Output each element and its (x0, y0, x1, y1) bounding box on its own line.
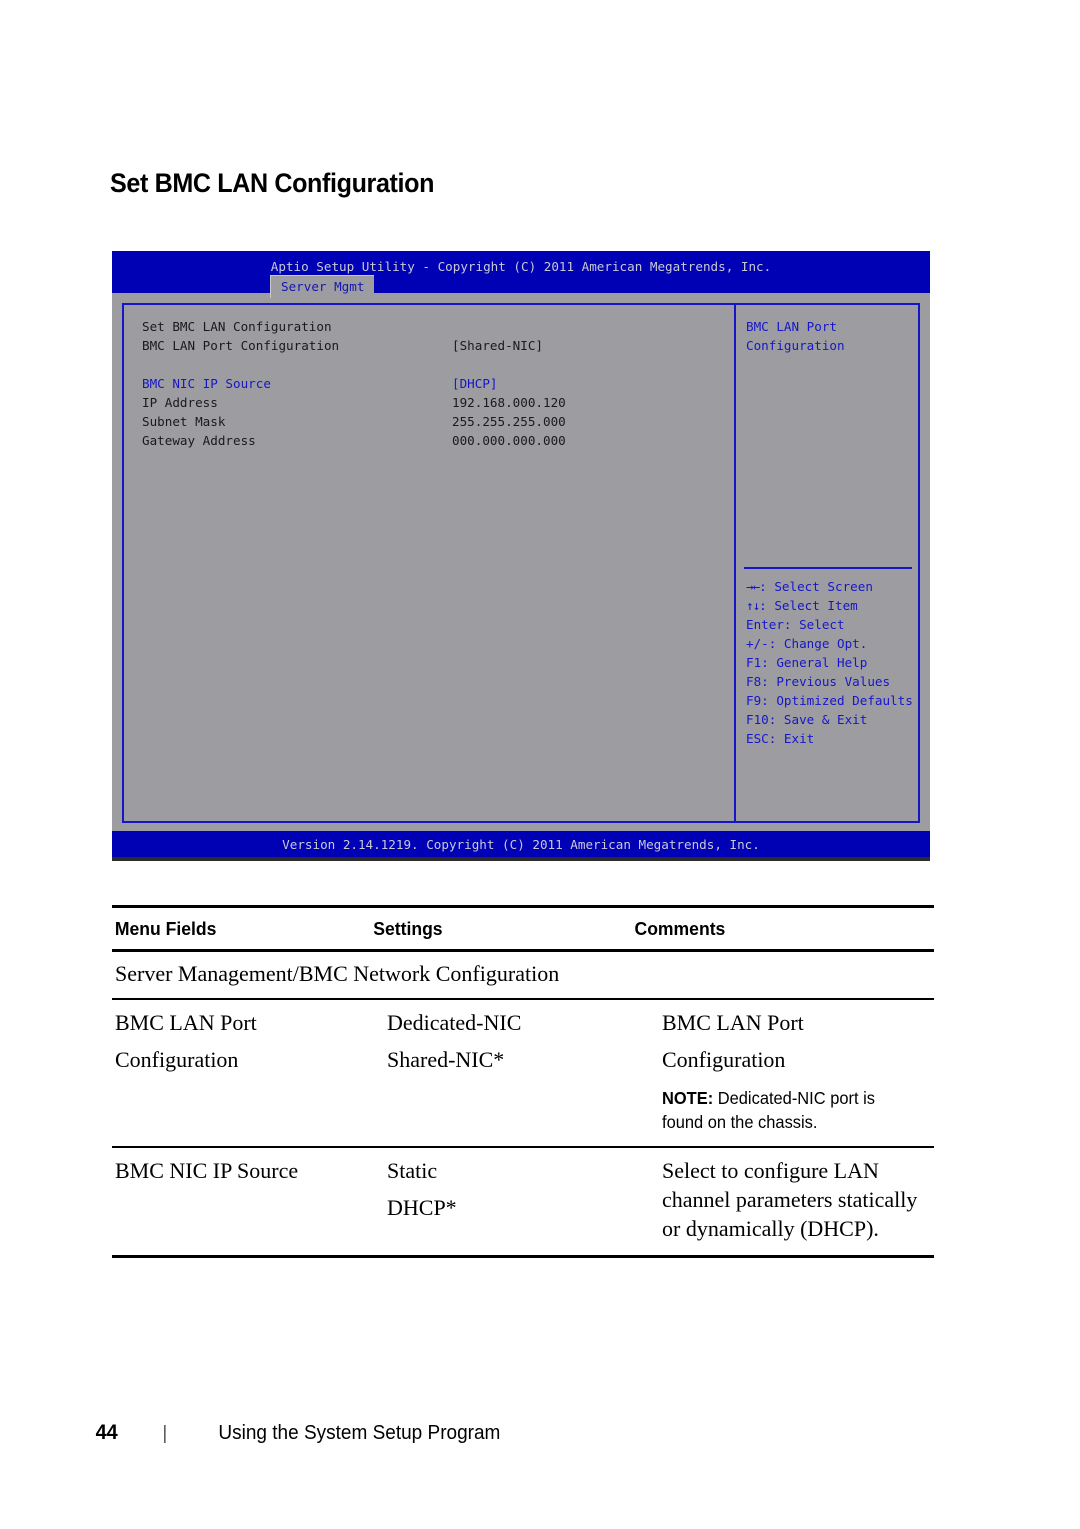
bios-menu-row: IP Address 192.168.000.120 (142, 393, 734, 412)
bios-content-frame: Set BMC LAN Configuration BMC LAN Port C… (122, 303, 920, 823)
field-line: BMC LAN Port (115, 1010, 257, 1035)
table-section-heading: Server Management/BMC Network Configurat… (115, 961, 560, 986)
note-callout: NOTE: Dedicated-NIC port is found on the… (662, 1086, 921, 1134)
bios-row-value[interactable]: [Shared-NIC] (452, 336, 543, 355)
bios-row-label: BMC LAN Port Configuration (142, 338, 340, 353)
page-number: 44 (95, 1421, 118, 1444)
bios-tab-server-mgmt[interactable]: Server Mgmt (270, 275, 375, 298)
bios-menu-row[interactable]: BMC LAN Port Configuration [Shared-NIC] (142, 336, 734, 355)
footer-separator: | (162, 1423, 168, 1444)
cell-menu-field: BMC LAN Port Configuration (115, 1008, 387, 1134)
bios-menu-row: Gateway Address 000.000.000.000 (142, 431, 734, 450)
key-legend-item-previous-values: F8: Previous Values (746, 674, 891, 689)
table-header-row: Menu Fields Settings Comments (112, 908, 893, 949)
key-legend-item-general-help: F1: General Help (746, 655, 868, 670)
bios-row-spacer (142, 355, 734, 374)
key-legend-label: : Select Item (759, 598, 858, 613)
bios-help-text-line: BMC LAN Port (746, 319, 837, 334)
bios-row-value: 255.255.255.000 (452, 414, 566, 429)
bios-header-title: Aptio Setup Utility - Copyright (C) 2011… (270, 259, 772, 274)
up-down-arrow-icon: ↑↓ (746, 598, 760, 613)
setting-option: Static (387, 1158, 438, 1183)
bios-help-divider (744, 567, 912, 569)
bios-help-text-line: Configuration (746, 338, 845, 353)
table-bottom-rule (112, 1255, 934, 1258)
cell-settings: Dedicated-NIC Shared-NIC* (387, 1008, 662, 1134)
bios-row-value: 000.000.000.000 (452, 433, 566, 448)
comment-line: Select to configure LAN channel paramete… (662, 1158, 918, 1241)
comment-line: Configuration (662, 1047, 786, 1072)
bios-key-legend: →←: Select Screen ↑↓: Select Item Enter:… (746, 577, 913, 748)
bios-header-bar: Aptio Setup Utility - Copyright (C) 2011… (112, 251, 930, 298)
page-footer: 44 | Using the System Setup Program (95, 1421, 508, 1445)
setting-option: Dedicated-NIC (387, 1010, 522, 1035)
key-legend-item-change-opt: +/-: Change Opt. (746, 636, 868, 651)
settings-table: Menu Fields Settings Comments Server Man… (112, 905, 934, 1258)
cell-comments: Select to configure LAN channel paramete… (662, 1156, 937, 1243)
left-right-arrow-icon: →← (746, 579, 760, 594)
bios-settings-panel: Set BMC LAN Configuration BMC LAN Port C… (124, 305, 734, 821)
key-legend-item-optimized-defaults: F9: Optimized Defaults (746, 693, 913, 708)
bios-row-value[interactable]: [DHCP] (452, 374, 498, 393)
bios-row-value: 192.168.000.120 (452, 395, 566, 410)
cell-settings: Static DHCP* (387, 1156, 662, 1243)
key-legend-item-select-item: ↑↓: Select Item (746, 596, 913, 615)
bios-setup-screenshot: Aptio Setup Utility - Copyright (C) 2011… (112, 251, 930, 861)
bios-bottom-shadow (112, 857, 930, 861)
field-line: Configuration (115, 1047, 239, 1072)
table-row: BMC NIC IP Source Static DHCP* Select to… (112, 1148, 934, 1255)
key-legend-label: : Select Screen (759, 579, 873, 594)
key-legend-item-exit: ESC: Exit (746, 731, 815, 746)
field-line: BMC NIC IP Source (115, 1158, 299, 1183)
setting-option: Shared-NIC* (387, 1047, 505, 1072)
key-legend-item-select-screen: →←: Select Screen (746, 577, 913, 596)
note-label: NOTE: (662, 1088, 714, 1108)
bios-footer-bar: Version 2.14.1219. Copyright (C) 2011 Am… (112, 831, 930, 857)
bios-menu-row-selected[interactable]: BMC NIC IP Source [DHCP] (142, 374, 734, 393)
cell-menu-field: BMC NIC IP Source (115, 1156, 387, 1243)
footer-section-title: Using the System Setup Program (218, 1422, 501, 1444)
bios-menu-row: Subnet Mask 255.255.255.000 (142, 412, 734, 431)
cell-comments: BMC LAN Port Configuration NOTE: Dedicat… (662, 1008, 937, 1134)
bios-row-label: Set BMC LAN Configuration (142, 319, 332, 334)
comment-line: BMC LAN Port (662, 1010, 804, 1035)
column-header-comments: Comments (634, 918, 726, 939)
bios-row-label: Subnet Mask (142, 414, 226, 429)
bios-row-label: BMC NIC IP Source (142, 376, 271, 391)
key-legend-item-enter: Enter: Select (746, 617, 845, 632)
column-header-menu-fields: Menu Fields (114, 918, 217, 939)
setting-option: DHCP* (387, 1195, 457, 1220)
bios-version-text: Version 2.14.1219. Copyright (C) 2011 Am… (282, 837, 760, 852)
bios-row-label: IP Address (142, 395, 218, 410)
bios-menu-row: Set BMC LAN Configuration (142, 317, 734, 336)
key-legend-item-save-exit: F10: Save & Exit (746, 712, 868, 727)
bios-row-label: Gateway Address (142, 433, 256, 448)
table-row: BMC LAN Port Configuration Dedicated-NIC… (112, 1000, 934, 1146)
page-title: Set BMC LAN Configuration (110, 168, 435, 198)
bios-help-panel: BMC LAN Port Configuration →←: Select Sc… (736, 305, 922, 821)
column-header-settings: Settings (373, 918, 443, 939)
